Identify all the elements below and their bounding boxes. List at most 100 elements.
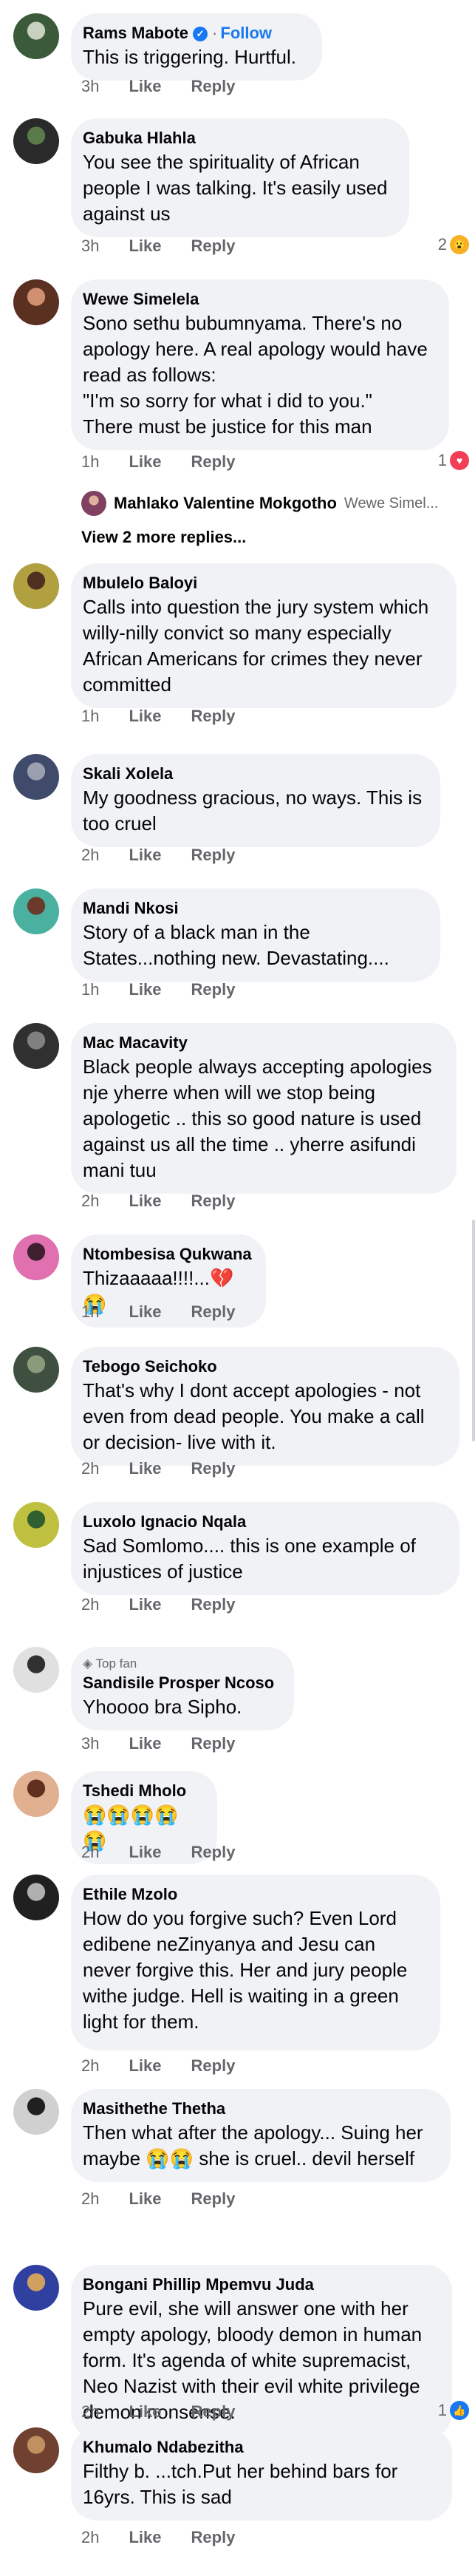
comment-timestamp[interactable]: 2h <box>81 1595 99 1614</box>
comment-bubble[interactable]: Khumalo Ndabezitha Filthy b. ...tch.Put h… <box>71 2427 452 2521</box>
avatar[interactable] <box>13 1234 59 1280</box>
reply-button[interactable]: Reply <box>191 1843 236 1861</box>
commenter-name[interactable]: Bongani Phillip Mpemvu Juda <box>83 2274 434 2296</box>
comment-timestamp[interactable]: 2h <box>81 1843 99 1861</box>
comment-timestamp[interactable]: 2h <box>81 846 99 864</box>
reply-button[interactable]: Reply <box>191 1302 236 1321</box>
like-button[interactable]: Like <box>129 2189 161 2208</box>
reply-button[interactable]: Reply <box>191 2189 236 2208</box>
comment-bubble[interactable]: ◈ Top fan Sandisile Prosper Ncoso Yhoooo b… <box>71 1647 294 1730</box>
reaction-count[interactable]: 1 ♥ <box>438 451 469 470</box>
reply-button[interactable]: Reply <box>191 1192 236 1210</box>
avatar[interactable] <box>13 279 59 325</box>
comment-timestamp[interactable]: 2h <box>81 2402 99 2421</box>
like-button[interactable]: Like <box>129 980 161 999</box>
comment-timestamp[interactable]: 1h <box>81 707 99 725</box>
commenter-name[interactable]: Khumalo Ndabezitha <box>83 2436 434 2458</box>
like-button[interactable]: Like <box>129 452 161 471</box>
like-button[interactable]: Like <box>129 1459 161 1478</box>
avatar[interactable] <box>13 1875 59 1920</box>
reply-button[interactable]: Reply <box>191 1459 236 1478</box>
comment-bubble[interactable]: Mbulelo Baloyi Calls into question the ju… <box>71 563 457 708</box>
commenter-name[interactable]: Tebogo Seichoko <box>83 1356 442 1378</box>
reply-button[interactable]: Reply <box>191 77 236 95</box>
reply-button[interactable]: Reply <box>191 2528 236 2546</box>
commenter-name-text[interactable]: Tshedi Mholo <box>83 1781 186 1800</box>
commenter-name-text[interactable]: Luxolo Ignacio Nqala <box>83 1512 246 1531</box>
commenter-name-text[interactable]: Ntombesisa Qukwana <box>83 1245 252 1263</box>
like-button[interactable]: Like <box>129 1843 161 1861</box>
commenter-name[interactable]: Mandi Nkosi <box>83 897 423 920</box>
avatar[interactable] <box>13 13 59 59</box>
scrollbar[interactable] <box>472 1220 475 1441</box>
like-button[interactable]: Like <box>129 1302 161 1321</box>
comment-timestamp[interactable]: 3h <box>81 237 99 255</box>
commenter-name-text[interactable]: Mac Macavity <box>83 1033 188 1052</box>
avatar[interactable] <box>13 1347 59 1393</box>
reply-button[interactable]: Reply <box>191 2056 236 2075</box>
avatar[interactable] <box>13 888 59 934</box>
like-button[interactable]: Like <box>129 707 161 725</box>
comment-timestamp[interactable]: 3h <box>81 77 99 95</box>
comment-bubble[interactable]: Ethile Mzolo How do you forgive such? Eve… <box>71 1875 440 2050</box>
reply-preview[interactable]: Mahlako Valentine Mokgotho Wewe Simel... <box>81 491 438 516</box>
comment-timestamp[interactable]: 2h <box>81 1459 99 1478</box>
reply-button[interactable]: Reply <box>191 1734 236 1753</box>
commenter-name-text[interactable]: Rams Mabote <box>83 24 188 42</box>
like-button[interactable]: Like <box>129 77 161 95</box>
reply-button[interactable]: Reply <box>191 707 236 725</box>
like-button[interactable]: Like <box>129 237 161 255</box>
comment-bubble[interactable]: Masithethe Thetha Then what after the apo… <box>71 2089 451 2182</box>
like-button[interactable]: Like <box>129 2056 161 2075</box>
commenter-name-text[interactable]: Bongani Phillip Mpemvu Juda <box>83 2275 314 2294</box>
commenter-name[interactable]: Masithethe Thetha <box>83 2098 433 2120</box>
commenter-name-text[interactable]: Wewe Simelela <box>83 290 199 308</box>
like-button[interactable]: Like <box>129 1734 161 1753</box>
comment-bubble[interactable]: Gabuka Hlahla You see the spirituality of… <box>71 118 409 237</box>
commenter-name-text[interactable]: Sandisile Prosper Ncoso <box>83 1673 274 1692</box>
commenter-name-text[interactable]: Tebogo Seichoko <box>83 1357 217 1376</box>
commenter-name-text[interactable]: Masithethe Thetha <box>83 2099 225 2118</box>
follow-button[interactable]: Follow <box>220 24 272 42</box>
view-more-replies-link[interactable]: View 2 more replies... <box>81 528 246 547</box>
commenter-name-text[interactable]: Mbulelo Baloyi <box>83 574 197 592</box>
commenter-name[interactable]: Wewe Simelela <box>83 288 431 310</box>
avatar[interactable] <box>13 2265 59 2311</box>
commenter-name[interactable]: Ethile Mzolo <box>83 1883 423 1906</box>
like-button[interactable]: Like <box>129 2402 161 2421</box>
commenter-name-text[interactable]: Skali Xolela <box>83 764 173 783</box>
avatar[interactable] <box>13 563 59 609</box>
avatar[interactable] <box>13 1502 59 1548</box>
comment-bubble[interactable]: Rams Mabote ✓ · Follow This is triggering. H… <box>71 13 322 81</box>
comment-timestamp[interactable]: 1h <box>81 452 99 471</box>
comment-bubble[interactable]: Wewe Simelela Sono sethu bubumnyama. Ther… <box>71 279 449 450</box>
avatar[interactable] <box>81 491 106 516</box>
like-button[interactable]: Like <box>129 1192 161 1210</box>
comment-timestamp[interactable]: 2h <box>81 1192 99 1210</box>
commenter-name[interactable]: Mbulelo Baloyi <box>83 572 439 594</box>
reply-button[interactable]: Reply <box>191 2402 236 2421</box>
avatar[interactable] <box>13 2089 59 2135</box>
reply-button[interactable]: Reply <box>191 980 236 999</box>
commenter-name-text[interactable]: Mandi Nkosi <box>83 899 179 917</box>
like-button[interactable]: Like <box>129 846 161 864</box>
like-button[interactable]: Like <box>129 2528 161 2546</box>
comment-timestamp[interactable]: 2h <box>81 2056 99 2075</box>
commenter-name[interactable]: Sandisile Prosper Ncoso <box>83 1672 276 1694</box>
reply-button[interactable]: Reply <box>191 1595 236 1614</box>
like-button[interactable]: Like <box>129 1595 161 1614</box>
commenter-name[interactable]: Mac Macavity <box>83 1032 439 1054</box>
commenter-name[interactable]: Rams Mabote ✓ · Follow <box>83 22 304 44</box>
comment-bubble[interactable]: Skali Xolela My goodness gracious, no way… <box>71 754 440 847</box>
avatar[interactable] <box>13 1771 59 1817</box>
comment-bubble[interactable]: Tebogo Seichoko That's why I dont accept … <box>71 1347 459 1466</box>
commenter-name-text[interactable]: Khumalo Ndabezitha <box>83 2438 244 2456</box>
comment-timestamp[interactable]: 2h <box>81 2189 99 2208</box>
commenter-name[interactable]: Skali Xolela <box>83 763 423 785</box>
reply-button[interactable]: Reply <box>191 237 236 255</box>
comment-bubble[interactable]: Mac Macavity Black people always acceptin… <box>71 1023 457 1194</box>
comment-bubble[interactable]: Luxolo Ignacio Nqala Sad Somlomo.... this… <box>71 1502 459 1595</box>
reaction-count[interactable]: 1 👍 <box>438 2401 469 2420</box>
comment-bubble[interactable]: Mandi Nkosi Story of a black man in the S… <box>71 888 440 982</box>
commenter-name-text[interactable]: Gabuka Hlahla <box>83 129 196 147</box>
